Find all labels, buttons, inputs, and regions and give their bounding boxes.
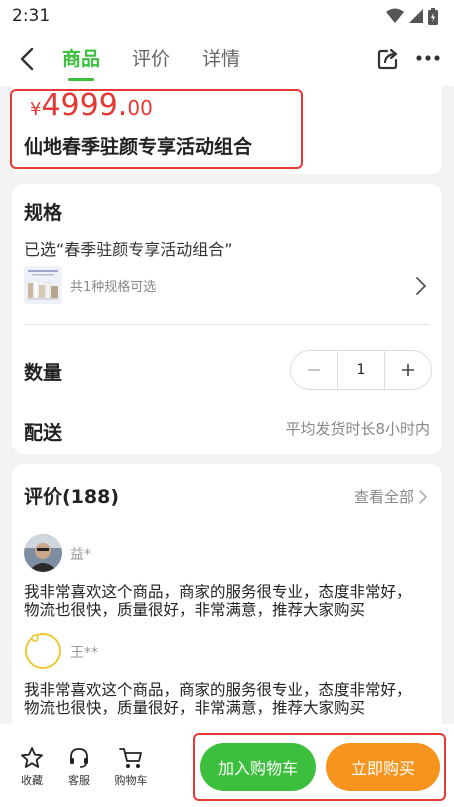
- quantity-decrease-button[interactable]: [291, 351, 337, 389]
- customer-service-button[interactable]: 客服: [59, 746, 99, 788]
- share-icon[interactable]: [376, 47, 400, 71]
- tab-bar: 商品 评价 详情: [60, 44, 242, 81]
- tab-product[interactable]: 商品: [60, 44, 102, 81]
- quantity-label: 数量: [24, 362, 63, 384]
- bottom-action-bar: 收藏 客服 购物车 加入购物车 立即购买: [0, 724, 454, 807]
- product-image: [24, 266, 62, 304]
- minus-icon: [308, 369, 320, 371]
- back-arrow-icon[interactable]: [16, 46, 40, 72]
- quantity-increase-button[interactable]: [385, 351, 431, 389]
- signal-icon: [409, 9, 423, 23]
- quantity-stepper: 1: [290, 350, 432, 390]
- avatar[interactable]: [24, 534, 62, 572]
- reviewer-name: 益*: [70, 547, 91, 563]
- more-icon[interactable]: [416, 48, 440, 68]
- star-icon: [21, 747, 43, 768]
- shopping-cart-button[interactable]: 购物车: [111, 746, 151, 788]
- spec-thumbnail[interactable]: [24, 266, 62, 304]
- favorite-label: 收藏: [21, 774, 43, 787]
- view-all-label: 查看全部: [353, 488, 414, 506]
- spec-chevron-right-icon[interactable]: [414, 276, 428, 296]
- spec-count: 共1种规格可选: [70, 280, 157, 295]
- headset-icon: [70, 748, 88, 768]
- delivery-label: 配送: [24, 422, 63, 444]
- wifi-icon: [386, 8, 404, 23]
- top-nav: 商品 评价 详情: [0, 32, 454, 86]
- reviewer-name: 王**: [70, 645, 98, 661]
- delivery-value: 平均发货时长8小时内: [285, 420, 430, 438]
- avatar[interactable]: [24, 632, 62, 670]
- action-buttons-highlight-box: [193, 733, 446, 801]
- customer-service-label: 客服: [68, 774, 90, 787]
- price-title-highlight-box: [10, 89, 303, 169]
- battery-icon: [428, 7, 438, 25]
- selected-spec: 已选“春季驻颜专享活动组合”: [24, 240, 233, 259]
- tab-details[interactable]: 详情: [200, 44, 242, 71]
- spec-card: 规格 已选“春季驻颜专享活动组合” 共1种规格可选 数量 1 配送 平均发货时长…: [12, 184, 442, 454]
- plus-icon: [402, 364, 414, 376]
- reviews-heading: 评价(188): [24, 486, 120, 508]
- content-scroll[interactable]: ¥4999.00 仙地春季驻颜专享活动组合 规格 已选“春季驻颜专享活动组合” …: [0, 86, 454, 724]
- favorite-button[interactable]: 收藏: [12, 746, 52, 788]
- tab-reviews[interactable]: 评价: [130, 44, 172, 71]
- shopping-cart-label: 购物车: [114, 774, 148, 787]
- status-bar: 2:31: [0, 0, 454, 32]
- quantity-value[interactable]: 1: [337, 351, 385, 389]
- spec-divider: [24, 324, 430, 325]
- status-icons: [386, 7, 438, 25]
- default-avatar-icon: [25, 633, 61, 669]
- review-text: 我非常喜欢这个商品，商家的服务很专业，态度非常好，物流也很快，质量很好，非常满意…: [24, 583, 412, 619]
- user-photo-icon: [24, 534, 62, 572]
- spec-heading: 规格: [24, 202, 63, 224]
- review-text: 我非常喜欢这个商品，商家的服务很专业，态度非常好，物流也很快，质量很好，非常满意…: [24, 681, 412, 717]
- cart-icon: [119, 748, 142, 768]
- chevron-right-icon: [419, 489, 427, 504]
- view-all-reviews-link[interactable]: 查看全部: [354, 486, 428, 507]
- reviews-card: 评价(188) 查看全部 益* 我非常喜欢这个商品，商家的服务很专业，态度非常好…: [12, 464, 442, 724]
- status-time: 2:31: [12, 6, 51, 26]
